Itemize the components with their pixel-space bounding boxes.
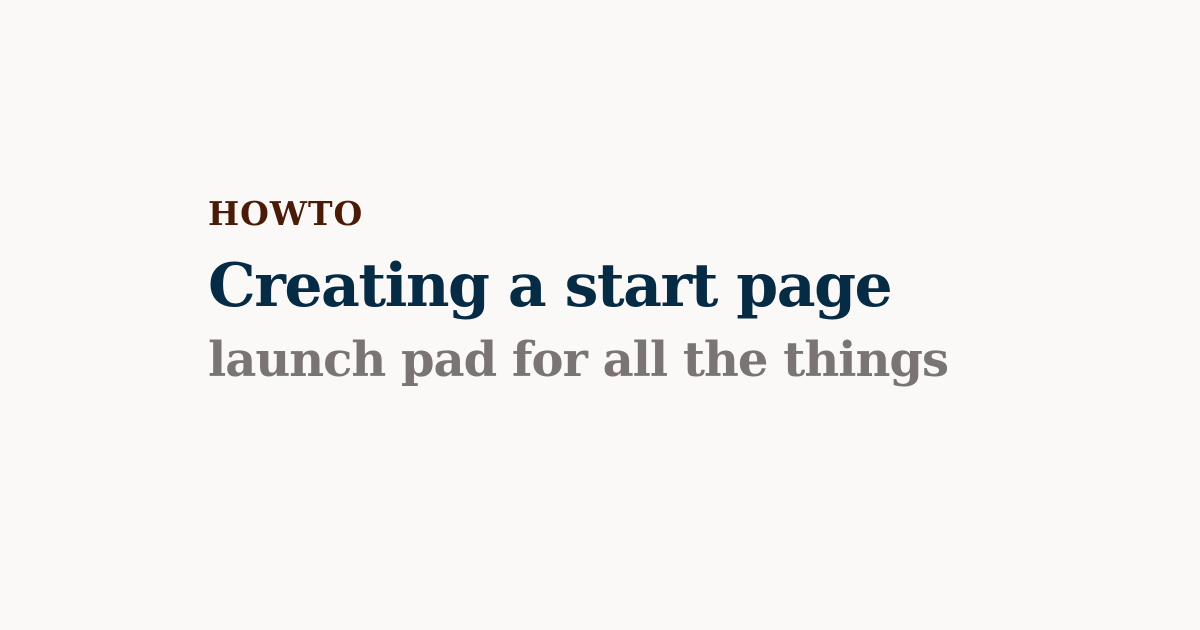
page-title: Creating a start page xyxy=(208,251,893,321)
social-card: HOWTO Creating a start page launch pad f… xyxy=(0,0,1200,630)
category-label: HOWTO xyxy=(208,194,364,233)
page-subtitle: launch pad for all the things xyxy=(208,332,949,388)
card-text-block: HOWTO Creating a start page launch pad f… xyxy=(208,192,1168,392)
